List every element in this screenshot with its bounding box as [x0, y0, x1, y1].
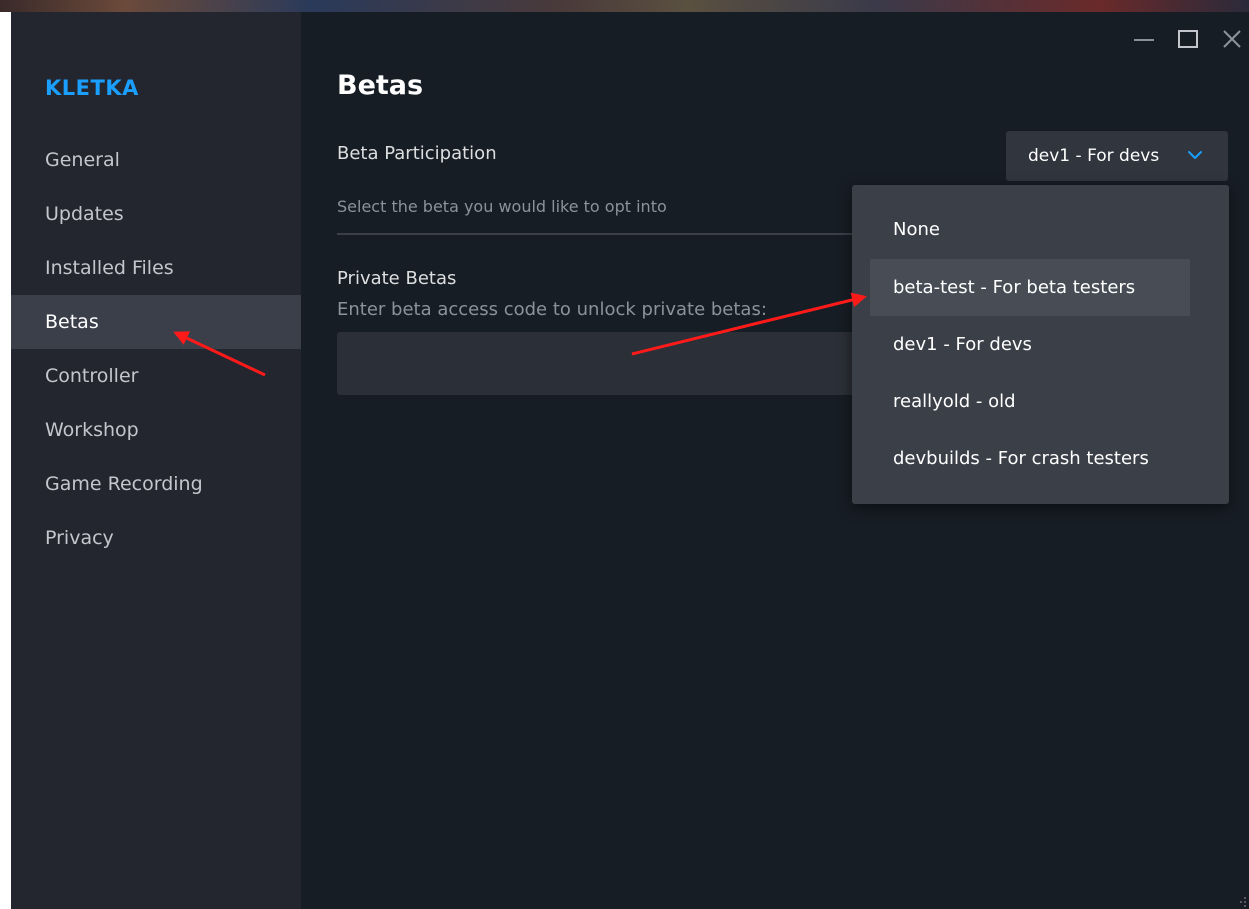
sidebar-item-updates[interactable]: Updates	[11, 187, 301, 241]
beta-options-dropdown: None beta-test - For beta testers dev1 -…	[852, 185, 1229, 504]
beta-participation-select[interactable]: dev1 - For devs	[1006, 131, 1228, 181]
window-controls	[1119, 26, 1249, 54]
beta-option-none[interactable]: None	[870, 201, 1190, 258]
beta-option-beta-test[interactable]: beta-test - For beta testers	[870, 259, 1190, 316]
properties-window: KLETKA General Updates Installed Files B…	[11, 12, 1249, 909]
beta-option-reallyold[interactable]: reallyold - old	[870, 373, 1190, 430]
minimize-icon[interactable]	[1131, 26, 1157, 52]
main-content: Betas Beta Participation dev1 - For devs…	[301, 12, 1249, 909]
private-betas-label: Private Betas	[337, 268, 457, 289]
beta-option-devbuilds[interactable]: devbuilds - For crash testers	[870, 430, 1190, 487]
beta-participation-selected-value: dev1 - For devs	[1028, 146, 1160, 166]
sidebar-item-betas[interactable]: Betas	[11, 295, 301, 349]
sidebar-item-installed-files[interactable]: Installed Files	[11, 241, 301, 295]
sidebar-item-controller[interactable]: Controller	[11, 349, 301, 403]
app-title: KLETKA	[45, 76, 139, 100]
chevron-down-icon	[1188, 151, 1202, 159]
beta-option-dev1[interactable]: dev1 - For devs	[870, 316, 1190, 373]
close-icon[interactable]	[1219, 26, 1245, 52]
sidebar-item-general[interactable]: General	[11, 133, 301, 187]
private-betas-hint: Enter beta access code to unlock private…	[337, 299, 767, 320]
beta-participation-label: Beta Participation	[337, 143, 497, 164]
background-desktop-strip	[0, 0, 1249, 12]
sidebar-item-workshop[interactable]: Workshop	[11, 403, 301, 457]
page-title: Betas	[337, 70, 424, 101]
sidebar-nav: General Updates Installed Files Betas Co…	[11, 133, 301, 565]
maximize-icon[interactable]	[1175, 26, 1201, 52]
sidebar: KLETKA General Updates Installed Files B…	[11, 12, 301, 909]
sidebar-item-game-recording[interactable]: Game Recording	[11, 457, 301, 511]
beta-participation-description: Select the beta you would like to opt in…	[337, 197, 667, 216]
resize-grip-icon[interactable]	[1235, 895, 1247, 907]
sidebar-item-privacy[interactable]: Privacy	[11, 511, 301, 565]
